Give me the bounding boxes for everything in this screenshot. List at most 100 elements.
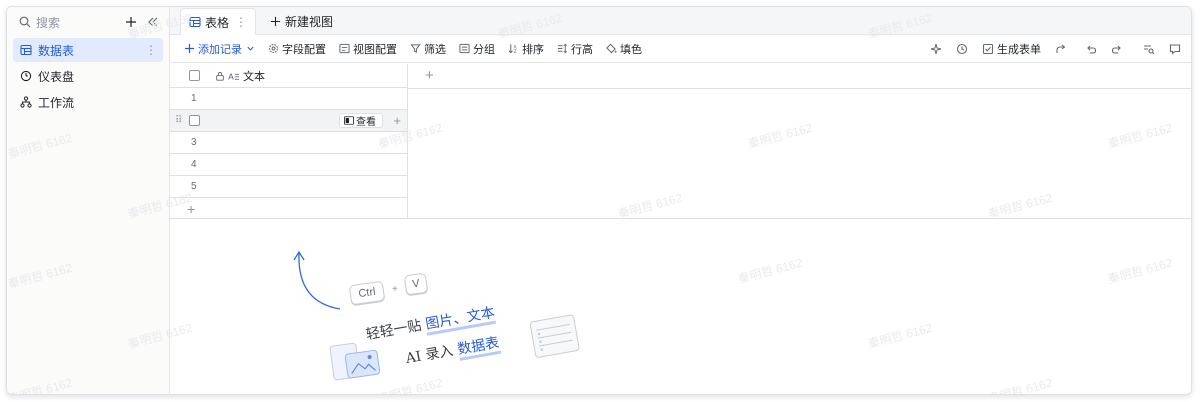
hint-line2-text: AI 录入 — [404, 342, 460, 368]
paste-hint-line2: AI 录入 数据表 — [404, 332, 501, 368]
tab-more-icon[interactable]: ⋮ — [235, 15, 247, 29]
toolbar: 添加记录 字段配置 视图配置 筛选 分组 A Z 排序 行高 填色 生成表单 — [170, 35, 1191, 63]
sidebar-item-label: 数据表 — [38, 43, 75, 58]
main-area: 表格 ⋮ 新建视图 添加记录 字段配置 视图配置 筛选 分组 A Z 排序 行高… — [170, 7, 1191, 394]
header-divider — [408, 88, 1191, 89]
fill-color-label: 填色 — [620, 43, 642, 56]
sidebar-search[interactable]: 搜索 — [7, 8, 169, 36]
add-icon[interactable] — [123, 14, 139, 30]
add-record-button[interactable]: 添加记录 — [184, 41, 255, 57]
row-number: 4 — [191, 159, 197, 170]
drag-handle-icon[interactable]: ⠿ — [175, 115, 182, 126]
field-config-button[interactable]: 字段配置 — [268, 41, 326, 57]
add-view-button[interactable]: 新建视图 — [262, 8, 341, 34]
tab-label: 表格 — [205, 15, 230, 30]
ai-sparkle-icon[interactable] — [930, 43, 942, 55]
grid-header: A 文本 — [170, 64, 407, 88]
field-config-label: 字段配置 — [282, 43, 326, 56]
tab-grid-view[interactable]: 表格 ⋮ — [180, 8, 257, 35]
group-button[interactable]: 分组 — [459, 41, 495, 57]
find-replace-icon[interactable] — [1143, 43, 1155, 55]
sidebar-item-label: 仪表盘 — [38, 69, 75, 84]
filter-button[interactable]: 筛选 — [410, 41, 446, 57]
plus-icon — [270, 16, 281, 27]
text-field-icon: A — [228, 71, 240, 81]
table-row[interactable]: 4 — [170, 154, 407, 176]
svg-text:Z: Z — [514, 49, 517, 54]
sort-icon: AZ — [508, 43, 519, 54]
row-height-label: 行高 — [571, 43, 593, 56]
row-height-icon — [557, 43, 568, 54]
table-row[interactable]: 1 — [170, 88, 407, 110]
history-icon[interactable] — [956, 43, 968, 55]
svg-text:A: A — [228, 71, 234, 81]
gear-icon — [268, 43, 279, 54]
redo-icon[interactable] — [1111, 43, 1123, 55]
generate-form-label: 生成表单 — [997, 43, 1041, 56]
image-card-icon — [329, 342, 381, 381]
table-row[interactable]: 3 — [170, 132, 407, 154]
add-view-label: 新建视图 — [285, 14, 334, 29]
sidebar-item-label: 工作流 — [38, 95, 75, 110]
hint-line2-highlight: 数据表 — [456, 334, 501, 361]
more-icon[interactable]: ⋮ — [145, 43, 157, 57]
group-icon — [459, 43, 470, 54]
collapse-sidebar-icon[interactable] — [145, 14, 161, 30]
group-label: 分组 — [473, 43, 495, 56]
sidebar: 搜索 数据表 ⋮ 仪表盘 工作流 — [7, 7, 170, 394]
add-row-button[interactable]: + — [170, 198, 407, 220]
chevron-down-icon[interactable] — [246, 44, 255, 53]
table-icon — [19, 43, 33, 57]
key-plus: + — [392, 284, 398, 295]
view-config-label: 视图配置 — [353, 43, 397, 56]
search-icon — [19, 16, 31, 28]
field-header-text[interactable]: A 文本 — [215, 68, 265, 84]
view-config-button[interactable]: 视图配置 — [339, 41, 397, 57]
row-number: 1 — [191, 93, 197, 104]
undo-icon[interactable] — [1085, 43, 1097, 55]
grid-view-icon — [189, 16, 201, 28]
sort-label: 排序 — [522, 43, 544, 56]
frozen-columns: A 文本 1 ⠿ 查看 + 3 4 5 + — [170, 64, 408, 218]
filter-label: 筛选 — [424, 43, 446, 56]
table-row[interactable]: 5 — [170, 176, 407, 198]
workflow-icon — [19, 95, 33, 109]
select-all-checkbox[interactable] — [189, 70, 200, 81]
generate-form-button[interactable]: 生成表单 — [982, 41, 1041, 57]
hint-line1-highlight: 图片、文本 — [424, 304, 497, 336]
spreadsheet-card-icon — [529, 314, 580, 358]
form-icon — [982, 43, 994, 54]
curved-arrow-icon — [293, 250, 341, 310]
dashboard-icon — [19, 69, 33, 83]
fill-color-button[interactable]: 填色 — [606, 41, 642, 57]
toolbar-right: 生成表单 — [916, 41, 1191, 57]
plus-icon — [184, 43, 195, 54]
filter-icon — [410, 43, 421, 54]
v-key: V — [403, 272, 429, 296]
sidebar-item-datatable[interactable]: 数据表 ⋮ — [13, 38, 163, 62]
add-field-button[interactable]: + — [425, 67, 434, 84]
search-label: 搜索 — [36, 15, 61, 30]
add-icon[interactable]: + — [393, 113, 401, 128]
sidebar-item-dashboard[interactable]: 仪表盘 — [13, 64, 163, 88]
expand-icon — [344, 116, 354, 125]
lock-icon — [215, 71, 225, 81]
share-icon[interactable] — [1055, 43, 1067, 55]
ctrl-key: Ctrl — [348, 280, 386, 306]
sort-button[interactable]: AZ 排序 — [508, 41, 544, 57]
sidebar-item-workflow[interactable]: 工作流 — [13, 90, 163, 114]
view-tabbar: 表格 ⋮ 新建视图 — [170, 7, 1191, 35]
table-row[interactable]: ⠿ 查看 + — [170, 110, 407, 132]
paint-bucket-icon — [606, 43, 617, 54]
view-record-label: 查看 — [356, 117, 376, 128]
row-height-button[interactable]: 行高 — [557, 41, 593, 57]
row-number: 3 — [191, 137, 197, 148]
paste-hint-illustration: Ctrl + V 轻轻一贴 图片、文本 AI 录入 数据表 — [280, 247, 600, 387]
add-record-label: 添加记录 — [198, 43, 242, 56]
comment-icon[interactable] — [1169, 43, 1181, 55]
app-window: 搜索 数据表 ⋮ 仪表盘 工作流 表格 ⋮ 新建视图 添加记录 字段配置 视图配… — [6, 6, 1192, 395]
view-record-button[interactable]: 查看 — [339, 113, 383, 128]
view-config-icon — [339, 43, 350, 54]
row-checkbox[interactable] — [189, 115, 200, 126]
data-grid: A 文本 1 ⠿ 查看 + 3 4 5 + + — [170, 64, 1191, 219]
